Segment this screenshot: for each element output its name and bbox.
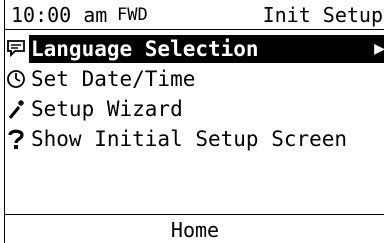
function-key-bar: Home (5, 214, 384, 243)
submenu-arrow-icon: ▶ (374, 38, 384, 59)
time-display: 10:00 am (11, 3, 108, 27)
magic-wand-icon (6, 98, 26, 120)
menu-item-label: Show Initial Setup Screen (31, 127, 348, 151)
menu-item-setup-wizard[interactable]: Setup Wizard (5, 94, 384, 124)
setup-menu: Language Selection ▶ Set Date/Time Setup… (5, 34, 384, 154)
speech-bubble-icon (6, 38, 26, 60)
menu-item-label: Set Date/Time (31, 67, 196, 91)
clock-icon (6, 68, 26, 90)
mode-title: Init Setup (262, 3, 383, 27)
question-mark-icon (6, 128, 26, 150)
status-bar: 10:00 am FWD Init Setup (5, 0, 384, 30)
menu-item-set-date-time[interactable]: Set Date/Time (5, 64, 384, 94)
menu-item-label: Language Selection (31, 37, 259, 61)
keypad-display: 10:00 am FWD Init Setup Language Selecti… (4, 0, 384, 243)
home-function-key[interactable]: Home (5, 215, 384, 243)
menu-item-show-initial-setup-screen[interactable]: Show Initial Setup Screen (5, 124, 384, 154)
direction-indicator: FWD (117, 5, 148, 25)
menu-item-language-selection[interactable]: Language Selection ▶ (5, 34, 384, 64)
menu-item-label: Setup Wizard (31, 97, 183, 121)
